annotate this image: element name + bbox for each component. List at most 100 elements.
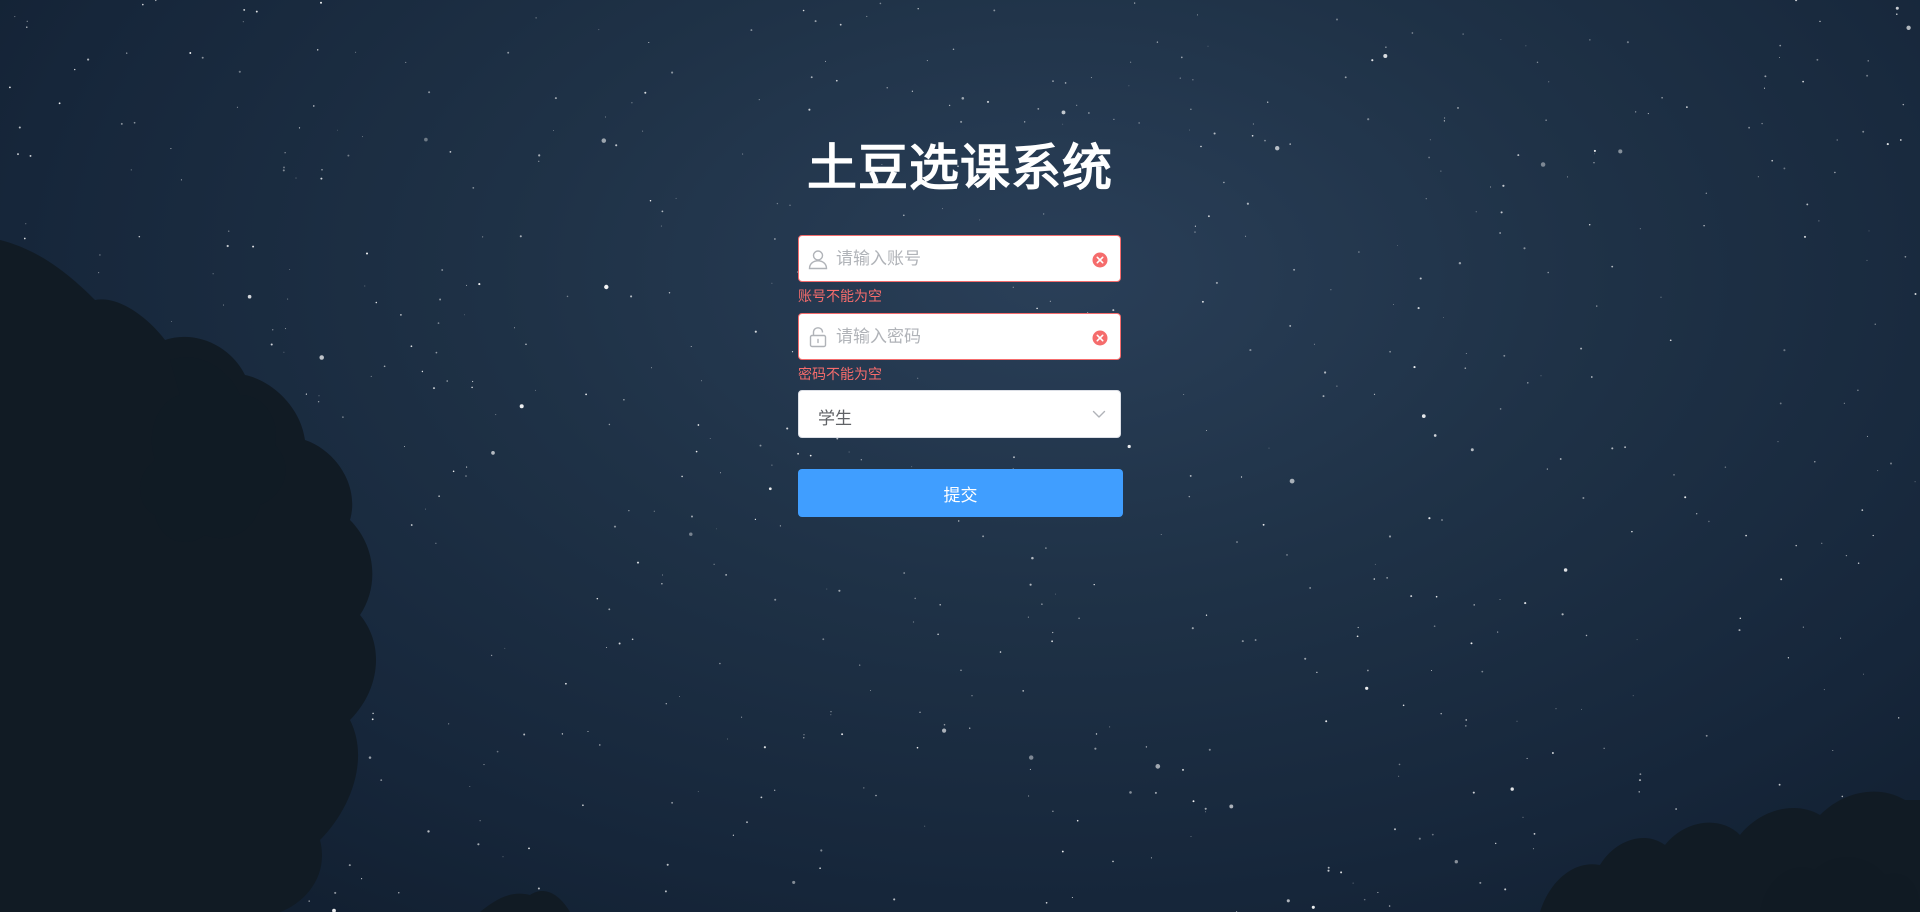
star bbox=[1049, 300, 1051, 302]
password-field[interactable] bbox=[798, 313, 1121, 360]
star bbox=[1874, 323, 1876, 325]
circle-close-icon[interactable] bbox=[1092, 252, 1108, 268]
star bbox=[482, 236, 484, 238]
star bbox=[1064, 82, 1067, 84]
star bbox=[1906, 25, 1911, 30]
star bbox=[1779, 44, 1782, 47]
star bbox=[763, 746, 766, 749]
star bbox=[916, 746, 919, 749]
submit-button[interactable]: 提交 bbox=[798, 469, 1123, 517]
star bbox=[971, 695, 973, 697]
star bbox=[952, 48, 955, 51]
role-select-value: 学生 bbox=[818, 409, 852, 429]
star bbox=[525, 343, 527, 346]
star bbox=[1457, 106, 1459, 109]
star bbox=[779, 525, 782, 527]
star bbox=[1245, 235, 1247, 237]
star bbox=[58, 102, 61, 105]
star bbox=[1031, 556, 1034, 560]
star bbox=[1036, 307, 1038, 310]
star bbox=[1022, 690, 1025, 692]
star bbox=[1764, 75, 1767, 78]
star bbox=[943, 723, 946, 726]
star bbox=[305, 393, 307, 395]
star bbox=[613, 525, 617, 528]
star bbox=[771, 282, 773, 284]
star bbox=[1783, 349, 1786, 352]
star bbox=[1545, 119, 1547, 121]
star bbox=[316, 49, 319, 51]
star bbox=[477, 843, 480, 846]
star bbox=[671, 801, 674, 804]
star bbox=[774, 789, 776, 791]
star bbox=[1190, 836, 1192, 838]
star bbox=[903, 572, 906, 574]
star bbox=[623, 398, 625, 401]
star bbox=[917, 377, 919, 379]
star bbox=[628, 510, 630, 512]
star bbox=[1286, 554, 1288, 556]
star bbox=[1344, 76, 1347, 79]
circle-close-icon[interactable] bbox=[1092, 330, 1108, 346]
star bbox=[1472, 791, 1475, 794]
star bbox=[223, 304, 225, 306]
star bbox=[716, 528, 718, 530]
star bbox=[313, 105, 315, 107]
star bbox=[701, 380, 702, 382]
star bbox=[630, 295, 633, 298]
star bbox=[1150, 857, 1152, 859]
star bbox=[284, 328, 287, 330]
star bbox=[803, 734, 805, 736]
star bbox=[886, 87, 888, 89]
star bbox=[1761, 122, 1763, 125]
star bbox=[566, 295, 569, 298]
star bbox=[1819, 20, 1821, 23]
star bbox=[1433, 625, 1436, 628]
star bbox=[1866, 74, 1869, 77]
star bbox=[1309, 587, 1311, 589]
star bbox=[1840, 637, 1842, 639]
star bbox=[1311, 905, 1315, 909]
star bbox=[1532, 848, 1535, 850]
chevron-down-icon[interactable] bbox=[1092, 408, 1106, 420]
star bbox=[819, 867, 821, 870]
role-select[interactable]: 学生 bbox=[798, 390, 1121, 438]
star bbox=[1398, 775, 1400, 777]
account-field[interactable] bbox=[798, 235, 1121, 282]
star bbox=[1327, 866, 1330, 869]
star bbox=[1867, 60, 1869, 62]
star bbox=[1841, 795, 1844, 798]
star bbox=[1356, 635, 1359, 638]
star bbox=[483, 764, 485, 766]
star bbox=[820, 849, 823, 852]
star bbox=[1027, 616, 1029, 618]
star bbox=[1386, 577, 1388, 579]
star bbox=[1821, 542, 1823, 544]
star bbox=[435, 351, 438, 354]
star bbox=[1435, 595, 1438, 598]
star bbox=[1138, 122, 1140, 124]
star bbox=[1127, 444, 1131, 449]
star bbox=[99, 254, 101, 256]
star bbox=[1724, 466, 1727, 468]
star bbox=[1367, 118, 1370, 121]
star bbox=[535, 17, 537, 19]
star bbox=[1313, 343, 1315, 345]
star bbox=[1419, 277, 1422, 280]
account-input[interactable] bbox=[836, 236, 1076, 281]
star bbox=[1128, 85, 1130, 87]
star bbox=[1188, 495, 1191, 498]
star bbox=[1374, 563, 1376, 565]
star bbox=[911, 90, 914, 92]
star bbox=[561, 733, 564, 735]
star bbox=[1062, 123, 1064, 125]
star bbox=[1373, 393, 1376, 395]
star bbox=[746, 821, 748, 824]
star bbox=[375, 301, 378, 304]
password-input[interactable] bbox=[836, 314, 1076, 359]
star bbox=[171, 321, 173, 323]
star bbox=[342, 416, 344, 418]
star bbox=[410, 524, 413, 526]
star bbox=[839, 23, 842, 26]
star bbox=[608, 608, 611, 611]
